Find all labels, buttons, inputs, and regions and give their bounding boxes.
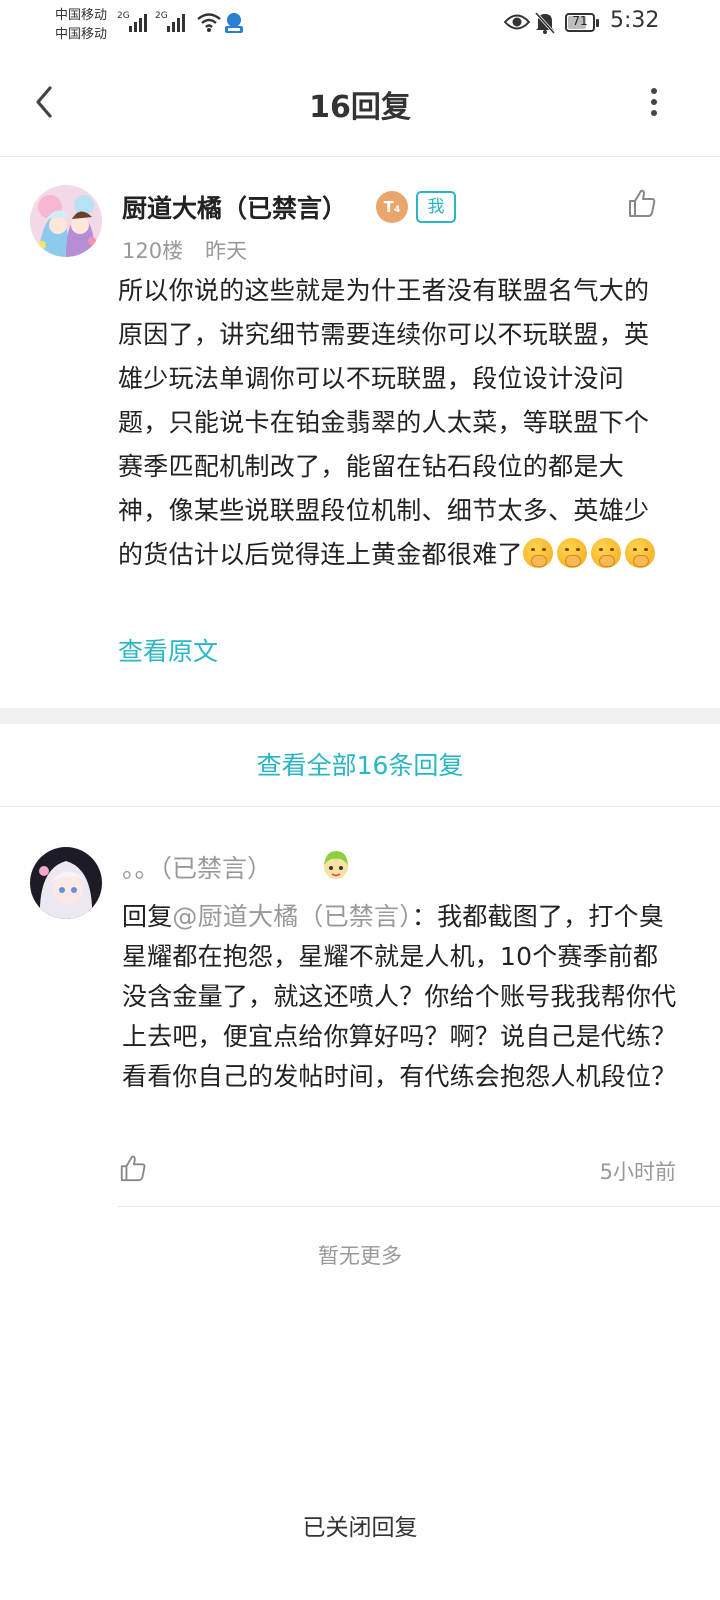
view-all-replies-link[interactable]: 查看全部16条回复 — [0, 724, 720, 807]
thumbs-up-icon[interactable] — [118, 1153, 148, 1183]
comment-text: 所以你说的这些就是为什王者没有联盟名气大的原因了，讲究细节需要连续你可以不玩联盟… — [118, 276, 650, 569]
no-more-label: 暂无更多 — [318, 1244, 402, 1268]
comment-meta: 120楼 昨天 — [122, 235, 247, 265]
carrier-label-2: 中国移动 — [55, 27, 108, 42]
me-badge: 我 — [416, 191, 456, 223]
reply-author[interactable]: 。。（已禁言） — [122, 849, 272, 885]
comment-author[interactable]: 厨道大橘（已禁言） — [122, 189, 347, 225]
level-badge: T₄ — [376, 191, 408, 223]
face-with-hand-over-mouth-icon — [556, 538, 587, 568]
reply-prefix: 回复 — [122, 902, 173, 931]
wifi-icon — [197, 13, 221, 32]
avatar-frame-badge-icon — [324, 851, 348, 879]
battery-icon: 71 — [565, 13, 599, 32]
status-bar: 中国移动 中国移动 2G 2G 71 5:32 — [0, 0, 720, 50]
view-original-link[interactable]: 查看原文 — [118, 632, 218, 668]
emoji-row — [522, 538, 659, 569]
comment-time: 昨天 — [205, 239, 248, 263]
reply-body: 回复@厨道大橘（已禁言）：我都截图了，打个臭星耀都在抱怨，星耀不就是人机，10个… — [122, 897, 678, 1097]
main-comment: 厨道大橘（已禁言） T₄ 我 120楼 昨天 所以你说的这些就是为什王者没有联盟名… — [0, 157, 720, 722]
reply-item: 。。（已禁言） 回复@厨道大橘（已禁言）：我都截图了，打个臭星耀都在抱怨，星耀不… — [0, 807, 720, 1207]
reply-mention[interactable]: @厨道大橘（已禁言） — [172, 902, 412, 931]
battery-level: 71 — [572, 14, 588, 28]
header-bar: 16回复 — [0, 50, 720, 157]
reply-time: 5小时前 — [599, 1160, 676, 1184]
section-divider — [0, 708, 720, 724]
carrier-labels: 中国移动 中国移动 — [55, 6, 107, 44]
replies-closed-notice: 已关闭回复 — [302, 1515, 418, 1541]
hd-call-icon — [225, 13, 243, 33]
clock: 5:32 — [610, 8, 660, 33]
avatar[interactable] — [30, 185, 102, 257]
divider — [118, 1206, 720, 1207]
more-vertical-icon[interactable] — [644, 84, 664, 120]
eye-icon — [504, 14, 530, 30]
comment-body: 所以你说的这些就是为什王者没有联盟名气大的原因了，讲究细节需要连续你可以不玩联盟… — [118, 269, 673, 577]
mute-bell-icon — [534, 11, 556, 35]
face-with-hand-over-mouth-icon — [522, 538, 553, 568]
avatar[interactable] — [30, 847, 102, 919]
carrier-label-1: 中国移动 — [55, 8, 108, 23]
face-with-hand-over-mouth-icon — [590, 538, 621, 568]
floor-number: 120楼 — [122, 239, 184, 263]
page-title: 16回复 — [309, 90, 411, 125]
thumbs-up-icon[interactable] — [626, 187, 658, 219]
face-with-hand-over-mouth-icon — [624, 538, 655, 568]
